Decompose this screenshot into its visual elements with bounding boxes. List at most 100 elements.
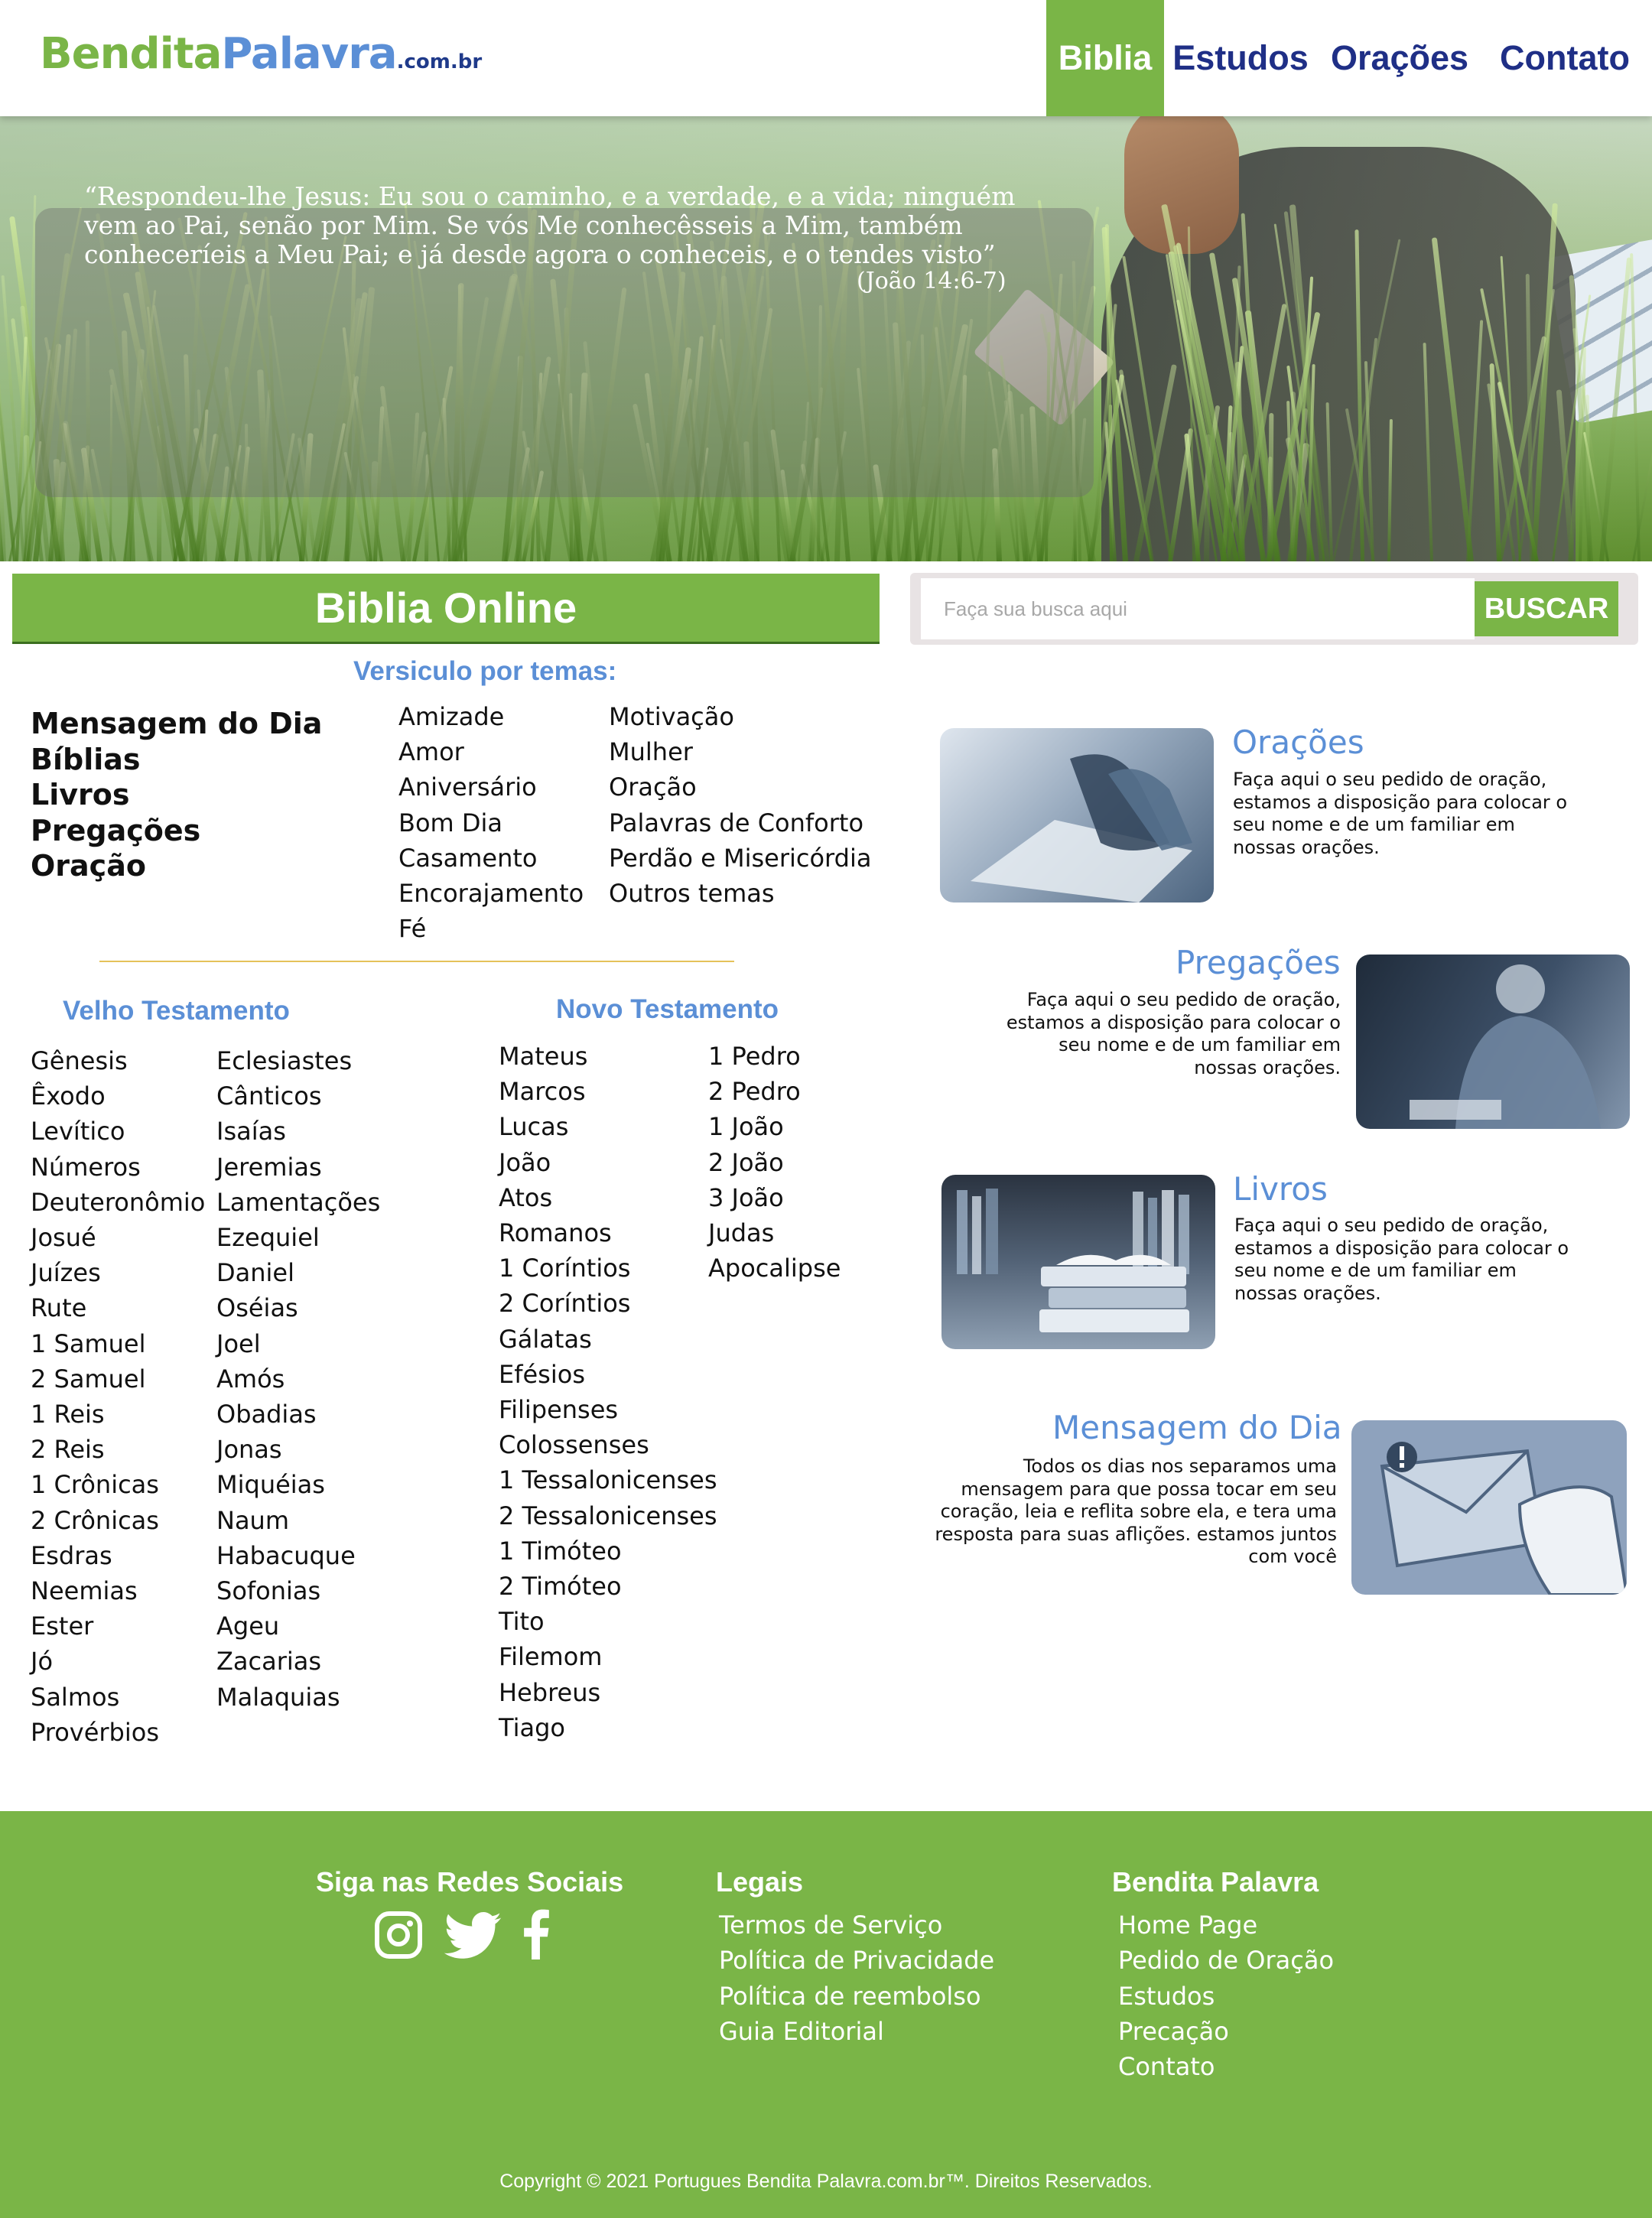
book-link[interactable]: Hebreus [499,1675,717,1710]
nav-oracoes[interactable]: Orações [1331,0,1468,116]
pregacoes-card-image[interactable] [1356,955,1630,1129]
mensagem-card-title[interactable]: Mensagem do Dia [1052,1409,1342,1446]
facebook-icon[interactable] [520,1909,551,1959]
book-link[interactable]: 1 João [708,1109,841,1144]
nav-estudos[interactable]: Estudos [1172,0,1309,116]
book-link[interactable]: Jeremias [216,1150,380,1185]
book-link[interactable]: 2 Tessalonicenses [499,1498,717,1533]
book-link[interactable]: 3 João [708,1180,841,1215]
book-link[interactable]: 1 Samuel [31,1326,205,1361]
book-link[interactable]: Sofonias [216,1573,380,1608]
tema-link[interactable]: Encorajamento [398,876,584,911]
book-link[interactable]: 2 Pedro [708,1074,841,1109]
book-link[interactable]: Obadias [216,1397,380,1432]
footer-link-guia[interactable]: Guia Editorial [719,2014,994,2049]
link-biblias[interactable]: Bíblias [31,742,322,778]
book-link[interactable]: João [499,1145,717,1180]
book-link[interactable]: 1 Timóteo [499,1533,717,1569]
book-link[interactable]: Marcos [499,1074,717,1109]
tema-link[interactable]: Mulher [609,734,871,769]
footer-link-contato[interactable]: Contato [1118,2049,1334,2084]
book-link[interactable]: Oséias [216,1290,380,1325]
book-link[interactable]: Lucas [499,1109,717,1144]
book-link[interactable]: Tiago [499,1710,717,1745]
book-link[interactable]: Jó [31,1644,205,1679]
book-link[interactable]: Naum [216,1503,380,1538]
footer-link-home[interactable]: Home Page [1118,1907,1334,1943]
book-link[interactable]: Judas [708,1215,841,1250]
book-link[interactable]: Tito [499,1604,717,1639]
book-link[interactable]: 2 João [708,1145,841,1180]
book-link[interactable]: 1 Reis [31,1397,205,1432]
livros-card-image[interactable] [941,1175,1215,1349]
tema-link[interactable]: Fé [398,911,584,946]
nav-biblia[interactable]: Biblia [1046,0,1164,116]
book-link[interactable]: Daniel [216,1255,380,1290]
link-pregacoes[interactable]: Pregações [31,813,322,849]
book-link[interactable]: Atos [499,1180,717,1215]
book-link[interactable]: 1 Crônicas [31,1467,205,1502]
twitter-icon[interactable] [444,1912,502,1959]
oracoes-card-title[interactable]: Orações [1232,724,1364,761]
book-link[interactable]: Apocalipse [708,1250,841,1286]
book-link[interactable]: Colossenses [499,1427,717,1462]
book-link[interactable]: Levítico [31,1114,205,1149]
book-link[interactable]: Números [31,1150,205,1185]
tema-link[interactable]: Palavras de Conforto [609,805,871,841]
pregacoes-card-title[interactable]: Pregações [1176,944,1341,981]
tema-link[interactable]: Casamento [398,841,584,876]
tema-link[interactable]: Outros temas [609,876,871,911]
footer-link-estudos[interactable]: Estudos [1118,1979,1334,2014]
book-link[interactable]: Eclesiastes [216,1043,380,1078]
book-link[interactable]: Lamentações [216,1185,380,1220]
book-link[interactable]: Isaías [216,1114,380,1149]
book-link[interactable]: Filemom [499,1639,717,1674]
book-link[interactable]: Efésios [499,1357,717,1392]
book-link[interactable]: Habacuque [216,1538,380,1573]
book-link[interactable]: Gálatas [499,1322,717,1357]
book-link[interactable]: Cânticos [216,1078,380,1114]
tema-link[interactable]: Motivação [609,699,871,734]
book-link[interactable]: Provérbios [31,1715,205,1750]
tema-link[interactable]: Amor [398,734,584,769]
book-link[interactable]: Romanos [499,1215,717,1250]
search-input[interactable] [921,578,1475,639]
book-link[interactable]: Êxodo [31,1078,205,1114]
book-link[interactable]: Joel [216,1326,380,1361]
book-link[interactable]: 2 Samuel [31,1361,205,1397]
book-link[interactable]: Amós [216,1361,380,1397]
book-link[interactable]: Ester [31,1608,205,1644]
search-button[interactable]: BUSCAR [1475,581,1618,636]
tema-link[interactable]: Aniversário [398,769,584,805]
book-link[interactable]: Zacarias [216,1644,380,1679]
book-link[interactable]: Ageu [216,1608,380,1644]
site-logo[interactable]: BenditaPalavra.com.br [40,29,482,79]
book-link[interactable]: 1 Pedro [708,1039,841,1074]
book-link[interactable]: Mateus [499,1039,717,1074]
book-link[interactable]: Gênesis [31,1043,205,1078]
book-link[interactable]: 2 Reis [31,1432,205,1467]
instagram-icon[interactable] [374,1911,423,1959]
nav-contato[interactable]: Contato [1496,0,1634,116]
tema-link[interactable]: Oração [609,769,871,805]
book-link[interactable]: Rute [31,1290,205,1325]
book-link[interactable]: 2 Timóteo [499,1569,717,1604]
book-link[interactable]: Esdras [31,1538,205,1573]
link-mensagem-do-dia[interactable]: Mensagem do Dia [31,706,322,742]
book-link[interactable]: Juízes [31,1255,205,1290]
book-link[interactable]: 2 Coríntios [499,1286,717,1321]
link-oracao[interactable]: Oração [31,848,322,884]
tema-link[interactable]: Amizade [398,699,584,734]
footer-link-reembolso[interactable]: Política de reembolso [719,1979,994,2014]
book-link[interactable]: Salmos [31,1680,205,1715]
link-livros[interactable]: Livros [31,777,322,813]
book-link[interactable]: 1 Coríntios [499,1250,717,1286]
tema-link[interactable]: Bom Dia [398,805,584,841]
tema-link[interactable]: Perdão e Misericórdia [609,841,871,876]
footer-link-termos[interactable]: Termos de Serviço [719,1907,994,1943]
book-link[interactable]: Miquéias [216,1467,380,1502]
footer-link-pedido[interactable]: Pedido de Oração [1118,1943,1334,1978]
book-link[interactable]: 1 Tessalonicenses [499,1462,717,1498]
book-link[interactable]: Ezequiel [216,1220,380,1255]
book-link[interactable]: 2 Crônicas [31,1503,205,1538]
